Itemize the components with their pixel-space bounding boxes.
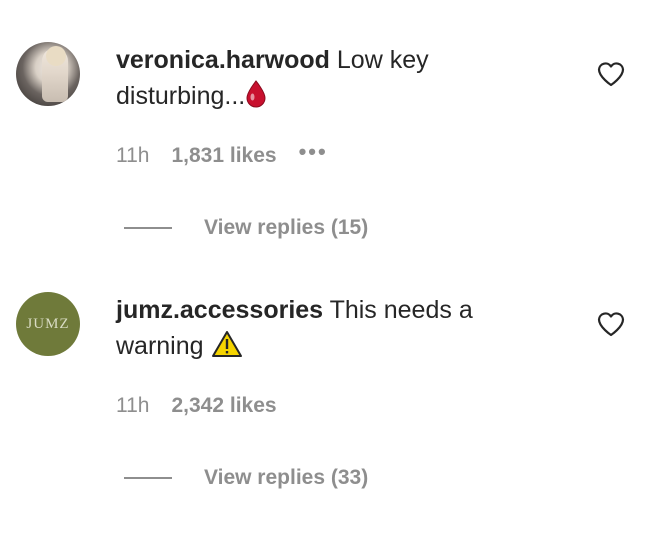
replies-divider bbox=[124, 227, 172, 229]
view-replies-label[interactable]: View replies (33) bbox=[204, 466, 368, 490]
comment-text: jumz.accessories This needs a warning bbox=[116, 292, 536, 368]
like-heart-icon[interactable] bbox=[596, 60, 626, 88]
view-replies-label[interactable]: View replies (15) bbox=[204, 216, 368, 240]
warning-icon bbox=[211, 330, 243, 368]
view-replies-button[interactable]: View replies (33) bbox=[124, 466, 368, 490]
comment-time[interactable]: 11h bbox=[116, 394, 149, 418]
comment-likes[interactable]: 2,342 likes bbox=[171, 394, 276, 418]
comment-meta: 11h 2,342 likes bbox=[116, 394, 277, 418]
comment-username[interactable]: jumz.accessories bbox=[116, 296, 323, 324]
comment-body: This needs a bbox=[329, 296, 473, 324]
comment-body: Low key bbox=[336, 46, 429, 74]
comment-body-line2: disturbing... bbox=[116, 82, 246, 110]
avatar-hair bbox=[46, 46, 66, 66]
blood-drop-icon bbox=[245, 80, 267, 118]
comment-body-line2: warning bbox=[116, 332, 204, 360]
like-heart-icon[interactable] bbox=[596, 310, 626, 338]
avatar[interactable] bbox=[16, 42, 80, 106]
comment-username[interactable]: veronica.harwood bbox=[116, 46, 330, 74]
comment-meta: 11h 1,831 likes ••• bbox=[116, 139, 328, 168]
avatar-logo-text: JUMZ bbox=[26, 315, 70, 332]
ellipsis-icon[interactable]: ••• bbox=[299, 139, 328, 165]
comment-likes[interactable]: 1,831 likes bbox=[171, 144, 276, 168]
comment-text: veronica.harwood Low key disturbing... bbox=[116, 42, 536, 118]
replies-divider bbox=[124, 477, 172, 479]
avatar[interactable]: JUMZ bbox=[16, 292, 80, 356]
view-replies-button[interactable]: View replies (15) bbox=[124, 216, 368, 240]
comment-time[interactable]: 11h bbox=[116, 144, 149, 168]
